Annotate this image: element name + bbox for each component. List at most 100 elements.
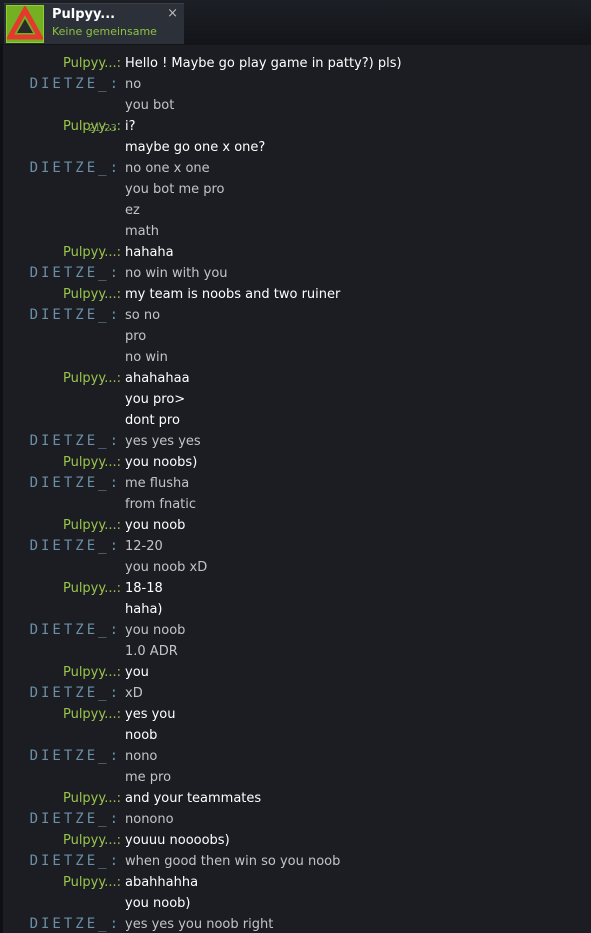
chat-message: Pulpyy...: you [3, 662, 591, 683]
message-sender: DIETZE_: [29, 76, 121, 92]
message-text: haha) [125, 602, 163, 617]
message-text: xD [125, 686, 143, 701]
chat-message: DIETZE_: nono [3, 746, 591, 767]
message-text: ahahahaa [125, 371, 190, 386]
message-text: you bot me pro [125, 182, 225, 197]
chat-tab-bar: Pulpyy... Keine gemeinsame × [0, 0, 591, 45]
chat-message: haha) [3, 599, 591, 620]
message-text: yes yes yes [125, 434, 201, 449]
message-text: nonono [125, 812, 174, 827]
message-text: when good then win so you noob [125, 854, 341, 869]
chat-message: DIETZE_: no one x one [3, 158, 591, 179]
chat-message: Pulpyy...: abahhahha [3, 872, 591, 893]
chat-message: you bot [3, 95, 591, 116]
message-text: Hello ! Maybe go play game in patty?) pl… [125, 56, 402, 71]
message-sender: DIETZE_: [29, 622, 121, 638]
message-sender: DIETZE_: [29, 265, 121, 281]
message-text: my team is noobs and two ruiner [125, 287, 341, 302]
chat-log[interactable]: 21:23 Pulpyy...: Hello ! Maybe go play ga… [3, 53, 591, 933]
chat-message: maybe go one x one? [3, 137, 591, 158]
message-text: me pro [125, 770, 172, 785]
message-text: and your teammates [125, 791, 262, 806]
message-text: youuu noooobs) [125, 833, 230, 848]
message-text: no one x one [125, 161, 210, 176]
message-text: you noob [125, 518, 186, 533]
avatar [5, 4, 45, 43]
message-sender: DIETZE_: [29, 685, 121, 701]
message-text: ez [125, 203, 140, 218]
chat-message: DIETZE_: 12-20 [3, 536, 591, 557]
chat-message: DIETZE_: yes yes yes [3, 431, 591, 452]
message-sender: Pulpyy...: [62, 245, 121, 260]
message-sender: DIETZE_: [29, 916, 121, 932]
message-sender: Pulpyy...: [62, 287, 121, 302]
message-sender: Pulpyy...: [62, 665, 121, 680]
message-sender: Pulpyy...: [62, 875, 121, 890]
chat-message: Pulpyy...: 18-18 [3, 578, 591, 599]
message-sender: Pulpyy...: [62, 455, 121, 470]
message-sender: Pulpyy...: [62, 56, 121, 71]
chat-message: math [3, 221, 591, 242]
triangle-logo-icon [5, 4, 45, 40]
chat-message: you noob) [3, 893, 591, 914]
tab-friend-status: Keine gemeinsame [52, 25, 157, 38]
message-text: you noob xD [125, 560, 208, 575]
message-sender: Pulpyy...: [62, 581, 121, 596]
message-text: you bot [125, 98, 175, 113]
message-text: 18-18 [125, 581, 163, 596]
message-text: maybe go one x one? [125, 140, 266, 155]
message-text: no win with you [125, 266, 228, 281]
message-text: 1.0 ADR [125, 644, 178, 659]
tab-friend-name: Pulpyy... [52, 7, 116, 22]
chat-message: Pulpyy...: you noob [3, 515, 591, 536]
chat-message: no win [3, 347, 591, 368]
chat-message: DIETZE_: no [3, 74, 591, 95]
message-sender: DIETZE_: [29, 433, 121, 449]
message-text: you noob) [125, 896, 191, 911]
chat-message: Pulpyy...: Hello ! Maybe go play game in … [3, 53, 591, 74]
message-text: you noobs) [125, 455, 198, 470]
chat-message: Pulpyy...: youuu noooobs) [3, 830, 591, 851]
chat-message: DIETZE_: yes yes you noob right [3, 914, 591, 933]
message-text: yes yes you noob right [125, 917, 274, 932]
message-text: dont pro [125, 413, 180, 428]
chat-message: Pulpyy...: ahahahaa [3, 368, 591, 389]
chat-message: DIETZE_: so no [3, 305, 591, 326]
chat-tab-pulpyy[interactable]: Pulpyy... Keine gemeinsame × [4, 3, 184, 44]
chat-message: Pulpyy...: yes you [3, 704, 591, 725]
chat-message: from fnatic [3, 494, 591, 515]
message-sender: Pulpyy...: [62, 707, 121, 722]
message-text: abahhahha [125, 875, 199, 890]
message-sender: DIETZE_: [29, 853, 121, 869]
chat-message: you pro> [3, 389, 591, 410]
message-text: no win [125, 350, 168, 365]
chat-message: ez [3, 200, 591, 221]
message-sender: Pulpyy...: [62, 119, 121, 134]
message-text: you [125, 665, 149, 680]
chat-message: DIETZE_: when good then win so you noob [3, 851, 591, 872]
message-text: pro [125, 329, 147, 344]
message-text: you pro> [125, 392, 186, 407]
close-icon[interactable]: × [167, 6, 178, 21]
chat-message: DIETZE_: nonono [3, 809, 591, 830]
chat-message: Pulpyy...: you noobs) [3, 452, 591, 473]
message-text: no [125, 77, 142, 92]
message-sender: Pulpyy...: [62, 791, 121, 806]
message-text: yes you [125, 707, 176, 722]
message-text: 12-20 [125, 539, 163, 554]
chat-message: me pro [3, 767, 591, 788]
chat-message: Pulpyy...: i? [3, 116, 591, 137]
message-sender: DIETZE_: [29, 811, 121, 827]
message-text: so no [125, 308, 161, 323]
chat-message: you noob xD [3, 557, 591, 578]
message-sender: Pulpyy...: [62, 371, 121, 386]
message-text: hahaha [125, 245, 174, 260]
chat-message: DIETZE_: you noob [3, 620, 591, 641]
message-text: me flusha [125, 476, 190, 491]
chat-message: Pulpyy...: and your teammates [3, 788, 591, 809]
message-sender: DIETZE_: [29, 475, 121, 491]
chat-message: you bot me pro [3, 179, 591, 200]
message-text: i? [125, 119, 136, 134]
message-text: noob [125, 728, 158, 743]
message-text: from fnatic [125, 497, 197, 512]
